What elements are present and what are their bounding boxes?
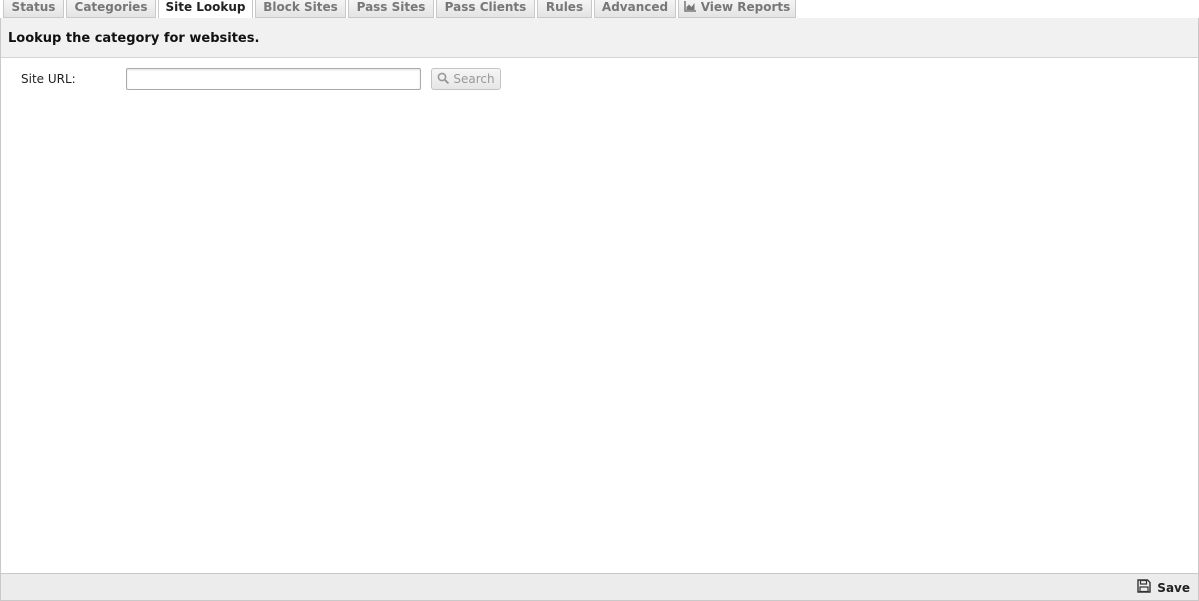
tab-rules[interactable]: Rules: [537, 0, 592, 18]
tab-block-sites[interactable]: Block Sites: [255, 0, 346, 18]
search-icon: [437, 72, 450, 87]
tab-label: View Reports: [700, 0, 791, 14]
site-lookup-panel: Lookup the category for websites. Site U…: [0, 18, 1199, 601]
site-url-input[interactable]: [126, 68, 421, 90]
search-button-label: Search: [453, 72, 495, 86]
save-button-label: Save: [1157, 580, 1190, 595]
tab-status[interactable]: Status: [3, 0, 64, 18]
tab-categories[interactable]: Categories: [66, 0, 156, 18]
tab-label: Site Lookup: [165, 0, 246, 14]
tab-site-lookup[interactable]: Site Lookup: [158, 0, 253, 19]
tab-bar: Status Categories Site Lookup Block Site…: [0, 0, 1199, 19]
footer-bar: Save: [1, 573, 1198, 600]
tab-label: Categories: [74, 0, 148, 14]
panel-header: Lookup the category for websites.: [1, 18, 1198, 58]
tab-label: Pass Clients: [444, 0, 527, 14]
search-button[interactable]: Search: [431, 68, 501, 90]
tab-label: Advanced: [601, 0, 669, 14]
save-button[interactable]: Save: [1137, 579, 1190, 596]
chart-icon: [683, 1, 697, 15]
tab-advanced[interactable]: Advanced: [594, 0, 676, 18]
tab-label: Block Sites: [263, 0, 338, 14]
tab-pass-clients[interactable]: Pass Clients: [436, 0, 535, 18]
site-url-label: Site URL:: [21, 72, 76, 86]
tab-pass-sites[interactable]: Pass Sites: [348, 0, 434, 18]
save-icon: [1137, 579, 1151, 596]
tab-label: Rules: [545, 0, 584, 14]
tab-label: Pass Sites: [356, 0, 426, 14]
tab-view-reports[interactable]: View Reports: [678, 0, 796, 18]
page-title: Lookup the category for websites.: [8, 31, 260, 46]
tab-label: Status: [11, 0, 56, 14]
